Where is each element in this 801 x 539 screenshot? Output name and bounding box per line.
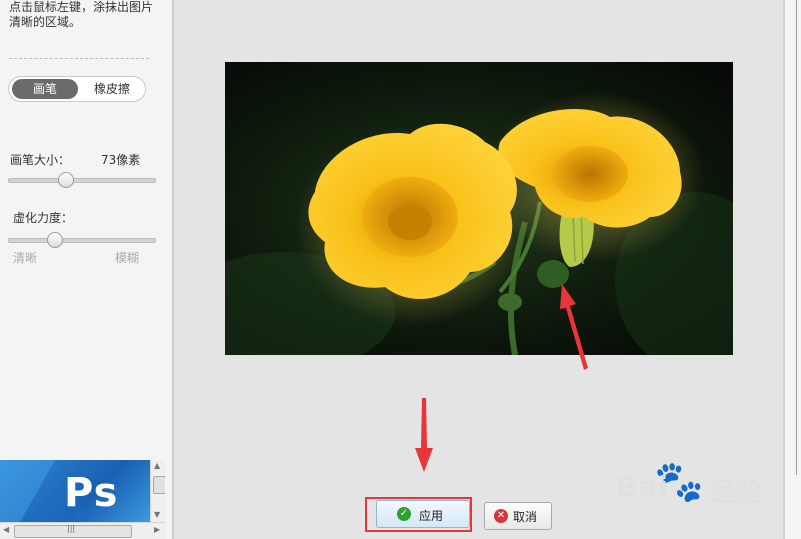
blur-min-label: 清晰 bbox=[13, 251, 38, 265]
mode-eraser-button[interactable]: 橡皮擦 bbox=[81, 79, 143, 99]
baidu-jingyan-watermark: 🐾 Bai 经验 jingyan.baidu.com bbox=[614, 459, 800, 524]
brush-size-slider[interactable] bbox=[8, 172, 156, 188]
mode-toggle: 画笔 橡皮擦 bbox=[8, 76, 146, 102]
photoshop-ad-banner[interactable]: Ps bbox=[0, 460, 150, 522]
blur-strength-label: 虚化力度： bbox=[13, 211, 74, 225]
grip-icon: ||| bbox=[67, 524, 76, 533]
cancel-button-label: 取消 bbox=[513, 510, 538, 524]
blur-strength-slider-thumb[interactable] bbox=[47, 232, 63, 248]
blur-strength-slider[interactable] bbox=[8, 232, 156, 248]
scroll-right-icon[interactable]: ▶ bbox=[154, 525, 160, 534]
brush-size-label: 画笔大小： bbox=[10, 153, 71, 167]
scroll-down-icon[interactable]: ▼ bbox=[154, 510, 160, 519]
mode-brush-button[interactable]: 画笔 bbox=[12, 79, 78, 99]
scroll-thumb[interactable] bbox=[153, 476, 165, 494]
vertical-scrollbar[interactable]: ▲ ▼ bbox=[150, 460, 165, 522]
watermark-brand: Bai bbox=[616, 470, 669, 503]
brush-size-value: 73像素 bbox=[101, 153, 141, 167]
check-icon: ✓ bbox=[397, 507, 411, 521]
scroll-up-icon[interactable]: ▲ bbox=[154, 461, 160, 470]
horizontal-scroll-thumb[interactable]: ||| bbox=[14, 524, 132, 538]
cancel-button[interactable]: ✕ 取消 bbox=[484, 502, 552, 530]
left-panel: 点击鼠标左键，涂抹出图片清晰的区域。 画笔 橡皮擦 画笔大小： 73像素 虚化力… bbox=[0, 0, 172, 539]
dashed-divider bbox=[9, 58, 149, 59]
instruction-text: 点击鼠标左键，涂抹出图片清晰的区域。 bbox=[9, 0, 154, 29]
blur-max-label: 模糊 bbox=[115, 251, 140, 265]
horizontal-scrollbar[interactable]: ◀ ||| ▶ bbox=[0, 522, 165, 539]
right-panel-edge bbox=[785, 0, 801, 539]
apply-button-label: 应用 bbox=[419, 509, 444, 523]
right-border-line bbox=[796, 0, 797, 475]
ps-logo: Ps bbox=[64, 470, 119, 516]
left-panel-content: 点击鼠标左键，涂抹出图片清晰的区域。 画笔 橡皮擦 画笔大小： 73像素 虚化力… bbox=[0, 0, 165, 539]
apply-button[interactable]: ✓ 应用 bbox=[376, 500, 470, 528]
scroll-left-icon[interactable]: ◀ bbox=[3, 525, 9, 534]
preview-photo[interactable] bbox=[225, 62, 733, 355]
close-icon: ✕ bbox=[494, 509, 508, 523]
watermark-exp: 经验 bbox=[710, 478, 763, 508]
brush-size-slider-thumb[interactable] bbox=[58, 172, 74, 188]
flower-image bbox=[225, 92, 733, 355]
watermark-url: jingyan.baidu.com bbox=[618, 506, 755, 521]
